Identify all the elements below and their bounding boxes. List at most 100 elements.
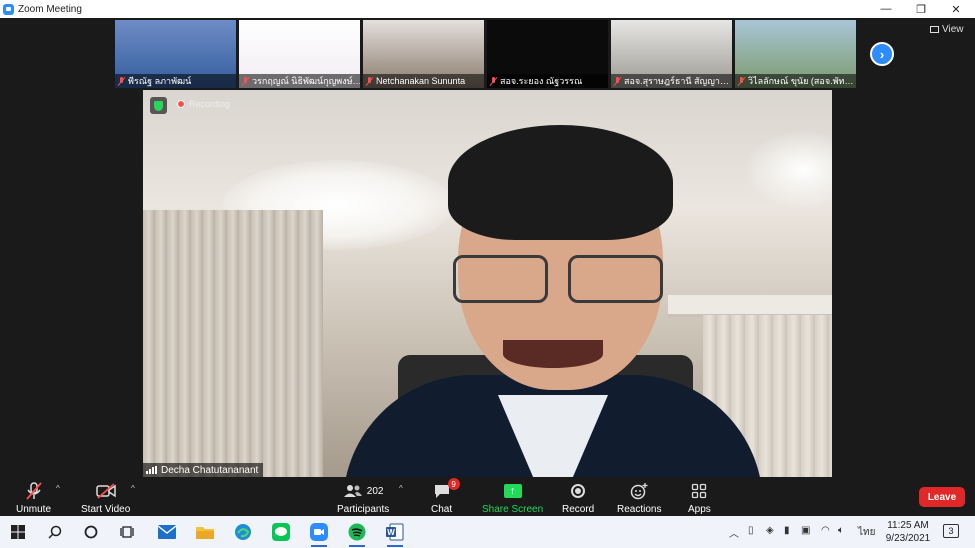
clock-date: 9/23/2021 xyxy=(885,533,931,544)
microphone-muted-icon xyxy=(614,76,621,86)
participant-name: วรกฤญณ์ นิธิพัฒน์กุญพงษ์… xyxy=(252,76,360,86)
recording-indicator[interactable]: Recording xyxy=(177,99,230,109)
chat-unread-badge: 9 xyxy=(447,478,460,490)
speaker-mouth xyxy=(503,340,603,368)
svg-text:W: W xyxy=(387,528,395,537)
recording-dot-icon xyxy=(177,100,185,108)
participants-label: Participants xyxy=(337,504,390,515)
gallery-view-icon xyxy=(930,26,939,33)
share-screen-label: Share Screen xyxy=(482,504,544,515)
device-icon[interactable]: ▯ xyxy=(748,525,754,536)
restore-button[interactable]: ❐ xyxy=(906,0,936,18)
participant-name: Netchanakan Sununta xyxy=(376,76,466,86)
apps-label: Apps xyxy=(688,504,711,515)
security-shield-icon[interactable] xyxy=(150,97,167,114)
microphone-muted-icon xyxy=(738,76,745,86)
usb-icon[interactable]: ▮ xyxy=(784,525,790,536)
clock-time: 11:25 AM xyxy=(887,520,929,531)
unmute-button[interactable]: Unmute xyxy=(16,481,51,515)
gallery-tile[interactable]: Netchanakan Sununta xyxy=(363,20,484,88)
participant-name: สอจ.สุราษฎร์ธานี สัญญา… xyxy=(624,76,729,86)
task-view-icon[interactable] xyxy=(115,520,139,544)
participant-name-tag: Netchanakan Sununta xyxy=(363,74,484,88)
window-title: Zoom Meeting xyxy=(18,3,82,15)
meeting-toolbar: Unmute ^ Start Video ^ 202 Participants … xyxy=(0,478,975,516)
share-screen-button[interactable]: ↑ Share Screen xyxy=(482,481,543,515)
word-icon[interactable]: W xyxy=(383,520,407,547)
signal-strength-icon xyxy=(146,466,157,474)
recording-label: Recording xyxy=(189,99,231,109)
participants-icon: 202 xyxy=(343,481,384,501)
wifi-icon[interactable]: ◠ xyxy=(821,525,830,536)
search-icon[interactable] xyxy=(43,520,67,544)
notification-center-icon[interactable]: 3 xyxy=(943,524,959,538)
windows-taskbar: W ︿ ▯ ◈ ▮ ▣ ◠ 🔈︎ ไทย 11:25 AM 9/23/2021 … xyxy=(0,516,975,548)
participants-options-caret-icon[interactable]: ^ xyxy=(399,484,403,493)
camera-icon[interactable]: ▣ xyxy=(801,525,810,536)
chevron-right-icon: › xyxy=(879,46,885,62)
gallery-tile[interactable]: วรกฤญณ์ นิธิพัฒน์กุญพงษ์… xyxy=(239,20,360,88)
record-button[interactable]: Record xyxy=(562,481,594,515)
participants-count: 202 xyxy=(366,485,384,497)
dropbox-icon[interactable]: ◈ xyxy=(766,525,774,536)
system-clock[interactable]: 11:25 AM 9/23/2021 xyxy=(880,519,936,545)
gallery-tile[interactable]: วิไลลักษณ์ ขุนัย (สอจ.พัท… xyxy=(735,20,856,88)
minimize-button[interactable]: — xyxy=(871,0,901,18)
microphone-muted-icon xyxy=(366,76,373,86)
mail-icon[interactable] xyxy=(155,520,179,544)
participant-name-tag: วิไลลักษณ์ ขุนัย (สอจ.พัท… xyxy=(735,74,856,88)
active-speaker-video[interactable]: Recording Decha Chatutananant xyxy=(143,90,832,477)
edge-browser-icon[interactable] xyxy=(231,520,255,544)
zoom-window: Zoom Meeting — ❐ ✕ พีรณัฐ ลภาพัฒน์ วรกฤญณ… xyxy=(0,0,975,548)
title-bar: Zoom Meeting — ❐ ✕ xyxy=(0,0,975,18)
zoom-taskbar-icon[interactable] xyxy=(307,520,331,547)
participant-name-tag: สอจ.สุราษฎร์ธานี สัญญา… xyxy=(611,74,732,88)
view-button[interactable]: View xyxy=(930,24,964,35)
input-language-indicator[interactable]: ไทย xyxy=(858,525,875,540)
gallery-strip: พีรณัฐ ลภาพัฒน์ วรกฤญณ์ นิธิพัฒน์กุญพงษ์…… xyxy=(115,20,856,88)
gallery-tile[interactable]: สอจ.ระยอง ณัฐวรรณ xyxy=(487,20,608,88)
participant-name-tag: วรกฤญณ์ นิธิพัฒน์กุญพงษ์… xyxy=(239,74,360,88)
show-hidden-icons-chevron-icon[interactable]: ︿ xyxy=(729,525,739,540)
gallery-next-button[interactable]: › xyxy=(870,42,894,66)
chat-label: Chat xyxy=(431,504,453,515)
chat-icon: 9 xyxy=(433,478,460,501)
volume-icon[interactable]: 🔈︎ xyxy=(838,525,844,536)
audio-options-caret-icon[interactable]: ^ xyxy=(56,484,60,493)
start-video-button[interactable]: Start Video xyxy=(81,481,130,515)
video-off-icon xyxy=(95,481,116,501)
speaker-name-tag: Decha Chatutananant xyxy=(143,463,264,477)
spotify-icon[interactable] xyxy=(345,520,369,547)
gallery-tile[interactable]: สอจ.สุราษฎร์ธานี สัญญา… xyxy=(611,20,732,88)
reactions-button[interactable]: Reactions xyxy=(617,481,661,515)
participant-name: พีรณัฐ ลภาพัฒน์ xyxy=(128,76,192,86)
close-button[interactable]: ✕ xyxy=(941,0,971,18)
leave-button[interactable]: Leave xyxy=(919,487,965,507)
notification-count: 3 xyxy=(948,526,954,536)
apps-button[interactable]: Apps xyxy=(688,481,711,515)
share-screen-icon: ↑ xyxy=(503,481,522,501)
record-label: Record xyxy=(562,504,595,515)
record-icon xyxy=(571,481,586,501)
gallery-tile[interactable]: พีรณัฐ ลภาพัฒน์ xyxy=(115,20,236,88)
participant-name-tag: พีรณัฐ ลภาพัฒน์ xyxy=(115,74,236,88)
participants-button[interactable]: 202 Participants xyxy=(337,481,389,515)
cortana-icon[interactable] xyxy=(79,520,103,544)
file-explorer-icon[interactable] xyxy=(193,520,217,544)
smiley-icon xyxy=(630,481,648,501)
ceiling-light-right xyxy=(743,130,832,210)
apps-icon xyxy=(691,481,707,501)
microphone-muted-icon xyxy=(118,76,125,86)
windows-start-icon[interactable] xyxy=(6,520,30,544)
microphone-muted-icon xyxy=(25,481,42,501)
chat-button[interactable]: 9 Chat xyxy=(431,478,460,515)
video-options-caret-icon[interactable]: ^ xyxy=(131,484,135,493)
participant-name: วิไลลักษณ์ ขุนัย (สอจ.พัท… xyxy=(748,76,854,86)
speaker-name: Decha Chatutananant xyxy=(161,464,259,476)
microphone-muted-icon xyxy=(490,76,497,86)
participant-name: สอจ.ระยอง ณัฐวรรณ xyxy=(500,76,583,86)
speaker-hair xyxy=(448,125,673,240)
meeting-area: พีรณัฐ ลภาพัฒน์ วรกฤญณ์ นิธิพัฒน์กุญพงษ์…… xyxy=(0,18,975,478)
line-app-icon[interactable] xyxy=(269,520,293,544)
microphone-muted-icon xyxy=(242,76,249,86)
